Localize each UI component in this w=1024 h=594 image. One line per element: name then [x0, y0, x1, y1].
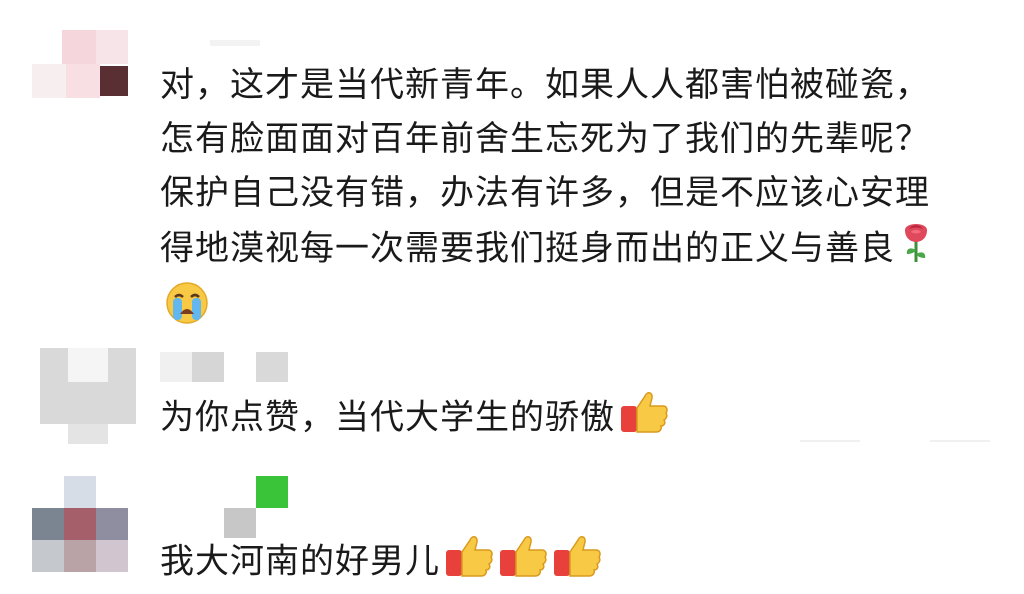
- comment-body: 我大河南的好男儿: [160, 541, 440, 582]
- divider: [930, 440, 990, 442]
- comment-item: 我大河南的好男儿: [0, 460, 1024, 588]
- avatar[interactable]: [32, 476, 128, 572]
- username[interactable]: [224, 476, 294, 538]
- username[interactable]: [210, 40, 260, 46]
- comment-text: 对，这才是当代新青年。如果人人都害怕被碰瓷，怎有脸面面对百年前舍生忘死为了我们的…: [160, 58, 964, 342]
- thumbs-up-icon: [444, 532, 494, 594]
- divider: [800, 440, 860, 442]
- comment-body: 为你点赞，当代大学生的骄傲: [160, 397, 615, 438]
- username[interactable]: [160, 352, 290, 382]
- comment-text: 我大河南的好男儿: [160, 532, 964, 594]
- thumbs-up-icon: [552, 532, 602, 594]
- thumbs-up-icon: [498, 532, 548, 594]
- avatar[interactable]: [40, 348, 136, 444]
- rose-icon: [899, 220, 933, 280]
- comment-item: 为你点赞，当代大学生的骄傲: [0, 330, 1024, 460]
- comment-item: 对，这才是当代新青年。如果人人都害怕被碰瓷，怎有脸面面对百年前舍生忘死为了我们的…: [0, 0, 1024, 330]
- comment-body: 对，这才是当代新青年。如果人人都害怕被碰瓷，怎有脸面面对百年前舍生忘死为了我们的…: [160, 65, 930, 269]
- avatar[interactable]: [32, 30, 128, 102]
- thumbs-up-icon: [619, 388, 669, 450]
